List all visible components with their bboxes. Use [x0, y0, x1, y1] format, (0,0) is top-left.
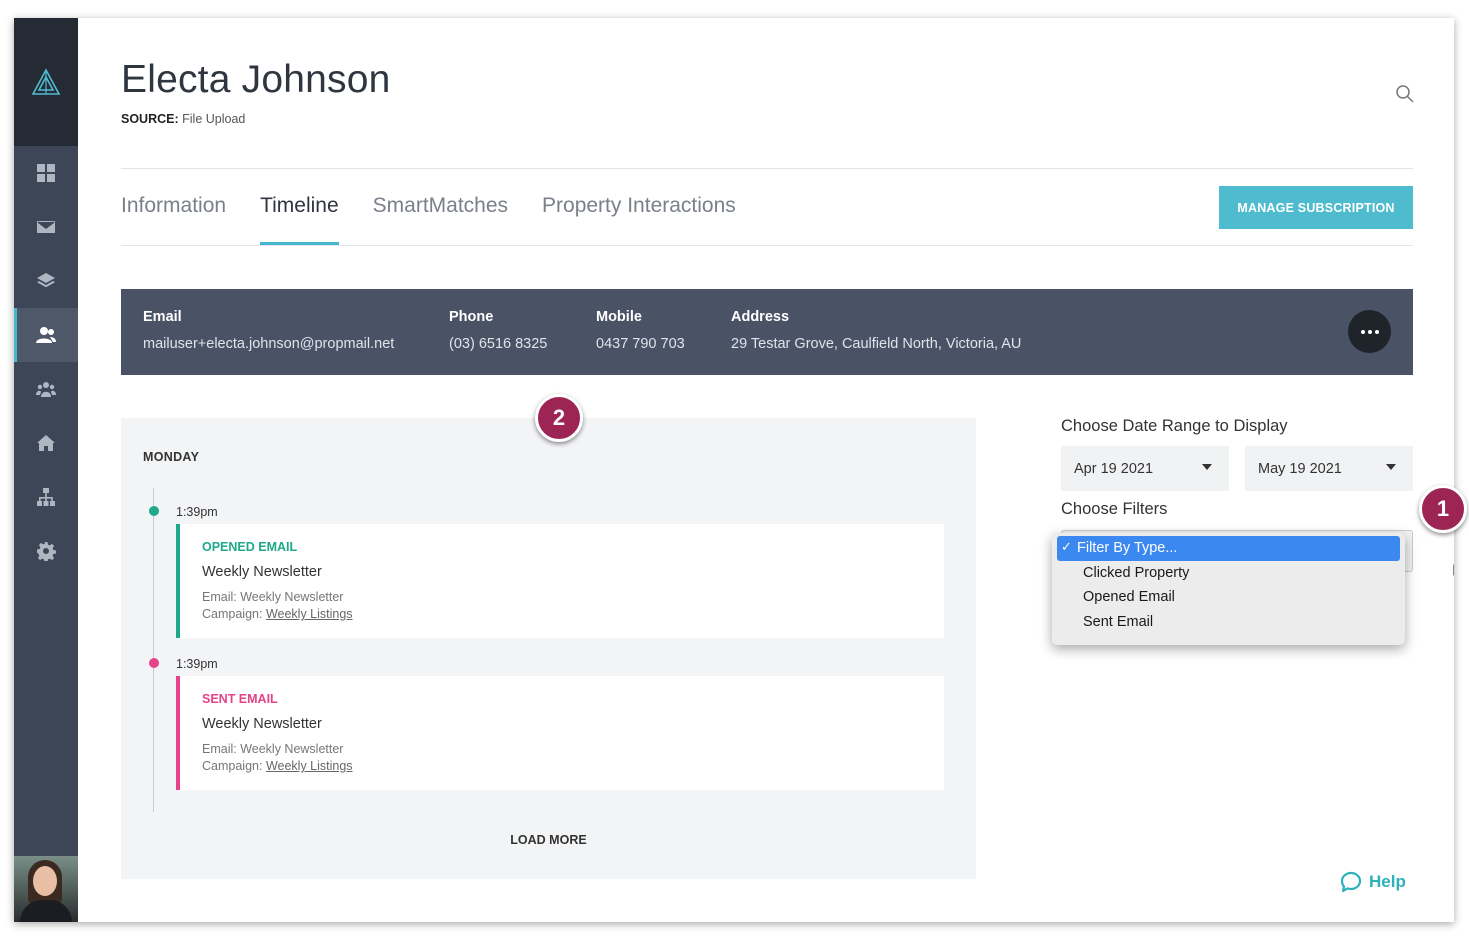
mail-icon	[37, 221, 55, 233]
menu-option-opened-email[interactable]: Opened Email	[1057, 585, 1400, 610]
event-email: Email: Weekly Newsletter	[202, 742, 344, 756]
email-value: mailuser+electa.johnson@propmail.net	[143, 336, 395, 352]
day-heading: MONDAY	[143, 450, 200, 464]
address-value: 29 Testar Grove, Caulfield North, Victor…	[731, 336, 1022, 352]
page-title: Electa Johnson	[121, 58, 391, 101]
timeline-card[interactable]: SENT EMAIL Weekly Newsletter Email: Week…	[176, 676, 944, 790]
option-label: Filter By Type...	[1077, 540, 1178, 557]
timeline-dot	[149, 506, 159, 516]
sidebar-item-contacts[interactable]	[14, 308, 78, 362]
timeline-line	[153, 488, 154, 812]
timeline-dot	[149, 658, 159, 668]
sidebar-item-properties[interactable]	[14, 416, 78, 470]
help-button[interactable]: Help	[1340, 871, 1406, 893]
menu-option-clicked-property[interactable]: Clicked Property	[1057, 561, 1400, 586]
sidebar-item-layers[interactable]	[14, 254, 78, 308]
event-title: Weekly Newsletter	[202, 716, 322, 732]
app-window: Electa Johnson SOURCE: File Upload Infor…	[14, 18, 1454, 922]
campaign-link[interactable]: Weekly Listings	[266, 607, 353, 621]
grid-icon	[37, 164, 55, 182]
event-time: 1:39pm	[176, 657, 218, 671]
logo[interactable]	[14, 18, 78, 146]
source-label: SOURCE:	[121, 112, 179, 126]
event-campaign: Campaign: Weekly Listings	[202, 607, 353, 621]
source-value: File Upload	[182, 112, 246, 126]
more-dots-icon	[1374, 329, 1379, 334]
sidebar-item-mail[interactable]	[14, 200, 78, 254]
manage-subscription-button[interactable]: MANAGE SUBSCRIPTION	[1219, 186, 1413, 229]
address-field: Address 29 Testar Grove, Caulfield North…	[731, 309, 1021, 352]
callout-badge-1: 1	[1419, 485, 1467, 533]
tab-smartmatches[interactable]: SmartMatches	[373, 188, 508, 244]
avatar[interactable]	[14, 856, 78, 922]
date-to-value: May 19 2021	[1258, 460, 1342, 477]
phone-field: Phone (03) 6516 8325	[449, 309, 547, 352]
gear-icon	[37, 542, 56, 561]
option-label: Clicked Property	[1083, 564, 1190, 581]
option-label: Opened Email	[1083, 589, 1175, 606]
phone-label: Phone	[449, 309, 494, 325]
campaign-link[interactable]: Weekly Listings	[266, 759, 353, 773]
load-more-button[interactable]: LOAD MORE	[121, 833, 976, 847]
tabs-divider	[121, 245, 1413, 246]
address-label: Address	[731, 309, 790, 325]
timeline-panel: MONDAY 1:39pm OPENED EMAIL Weekly Newsle…	[121, 418, 976, 879]
groups-icon	[36, 382, 56, 397]
sidebar-item-hierarchy[interactable]	[14, 470, 78, 524]
more-options-button[interactable]	[1348, 310, 1391, 353]
home-icon	[37, 435, 55, 451]
sidebar-item-settings[interactable]	[14, 524, 78, 578]
tab-property-interactions[interactable]: Property Interactions	[542, 188, 736, 244]
checkmark-icon: ✓	[1061, 539, 1072, 554]
event-campaign: Campaign: Weekly Listings	[202, 759, 353, 773]
timeline-card[interactable]: OPENED EMAIL Weekly Newsletter Email: We…	[176, 524, 944, 638]
search-icon[interactable]	[1395, 84, 1415, 104]
more-dots-icon	[1367, 329, 1372, 334]
tab-information[interactable]: Information	[121, 188, 226, 244]
menu-option-filter-by-type[interactable]: ✓ Filter By Type...	[1057, 536, 1400, 561]
mouse-cursor-icon	[1452, 562, 1454, 579]
date-from-dropdown[interactable]: Apr 19 2021	[1061, 446, 1229, 491]
mobile-label: Mobile	[596, 309, 642, 325]
tab-timeline[interactable]: Timeline	[260, 188, 339, 245]
divider	[121, 168, 1413, 169]
logo-icon	[31, 68, 61, 95]
campaign-label: Campaign:	[202, 607, 263, 621]
event-email: Email: Weekly Newsletter	[202, 590, 344, 604]
source-line: SOURCE: File Upload	[121, 112, 245, 126]
event-type: SENT EMAIL	[202, 692, 278, 706]
chevron-down-icon	[1386, 464, 1396, 470]
option-label: Sent Email	[1083, 613, 1154, 630]
email-field: Email mailuser+electa.johnson@propmail.n…	[143, 309, 394, 352]
sidebar	[14, 18, 78, 922]
chat-bubble-icon	[1340, 871, 1362, 893]
callout-badge-2: 2	[535, 394, 583, 442]
email-label: Email	[143, 309, 182, 325]
help-label: Help	[1369, 872, 1406, 891]
main-content: Electa Johnson SOURCE: File Upload Infor…	[78, 18, 1454, 922]
sidebar-item-dashboard[interactable]	[14, 146, 78, 200]
filter-type-menu: ✓ Filter By Type... Clicked Property Ope…	[1052, 533, 1405, 645]
date-range-label: Choose Date Range to Display	[1061, 417, 1288, 435]
event-type: OPENED EMAIL	[202, 540, 298, 554]
filters-label: Choose Filters	[1061, 500, 1168, 518]
contact-details-bar: Email mailuser+electa.johnson@propmail.n…	[121, 289, 1413, 375]
mobile-field: Mobile 0437 790 703	[596, 309, 685, 352]
event-title: Weekly Newsletter	[202, 564, 322, 580]
layers-icon	[37, 273, 55, 288]
mobile-value: 0437 790 703	[596, 336, 685, 352]
phone-value: (03) 6516 8325	[449, 336, 548, 352]
contacts-icon	[36, 327, 56, 343]
date-from-value: Apr 19 2021	[1074, 460, 1154, 477]
campaign-label: Campaign:	[202, 759, 263, 773]
hierarchy-icon	[37, 488, 55, 506]
more-dots-icon	[1360, 329, 1365, 334]
event-time: 1:39pm	[176, 505, 218, 519]
chevron-down-icon	[1202, 464, 1212, 470]
menu-option-sent-email[interactable]: Sent Email	[1057, 610, 1400, 635]
date-to-dropdown[interactable]: May 19 2021	[1245, 446, 1413, 491]
tab-bar: Information Timeline SmartMatches Proper…	[121, 188, 770, 246]
sidebar-item-groups[interactable]	[14, 362, 78, 416]
